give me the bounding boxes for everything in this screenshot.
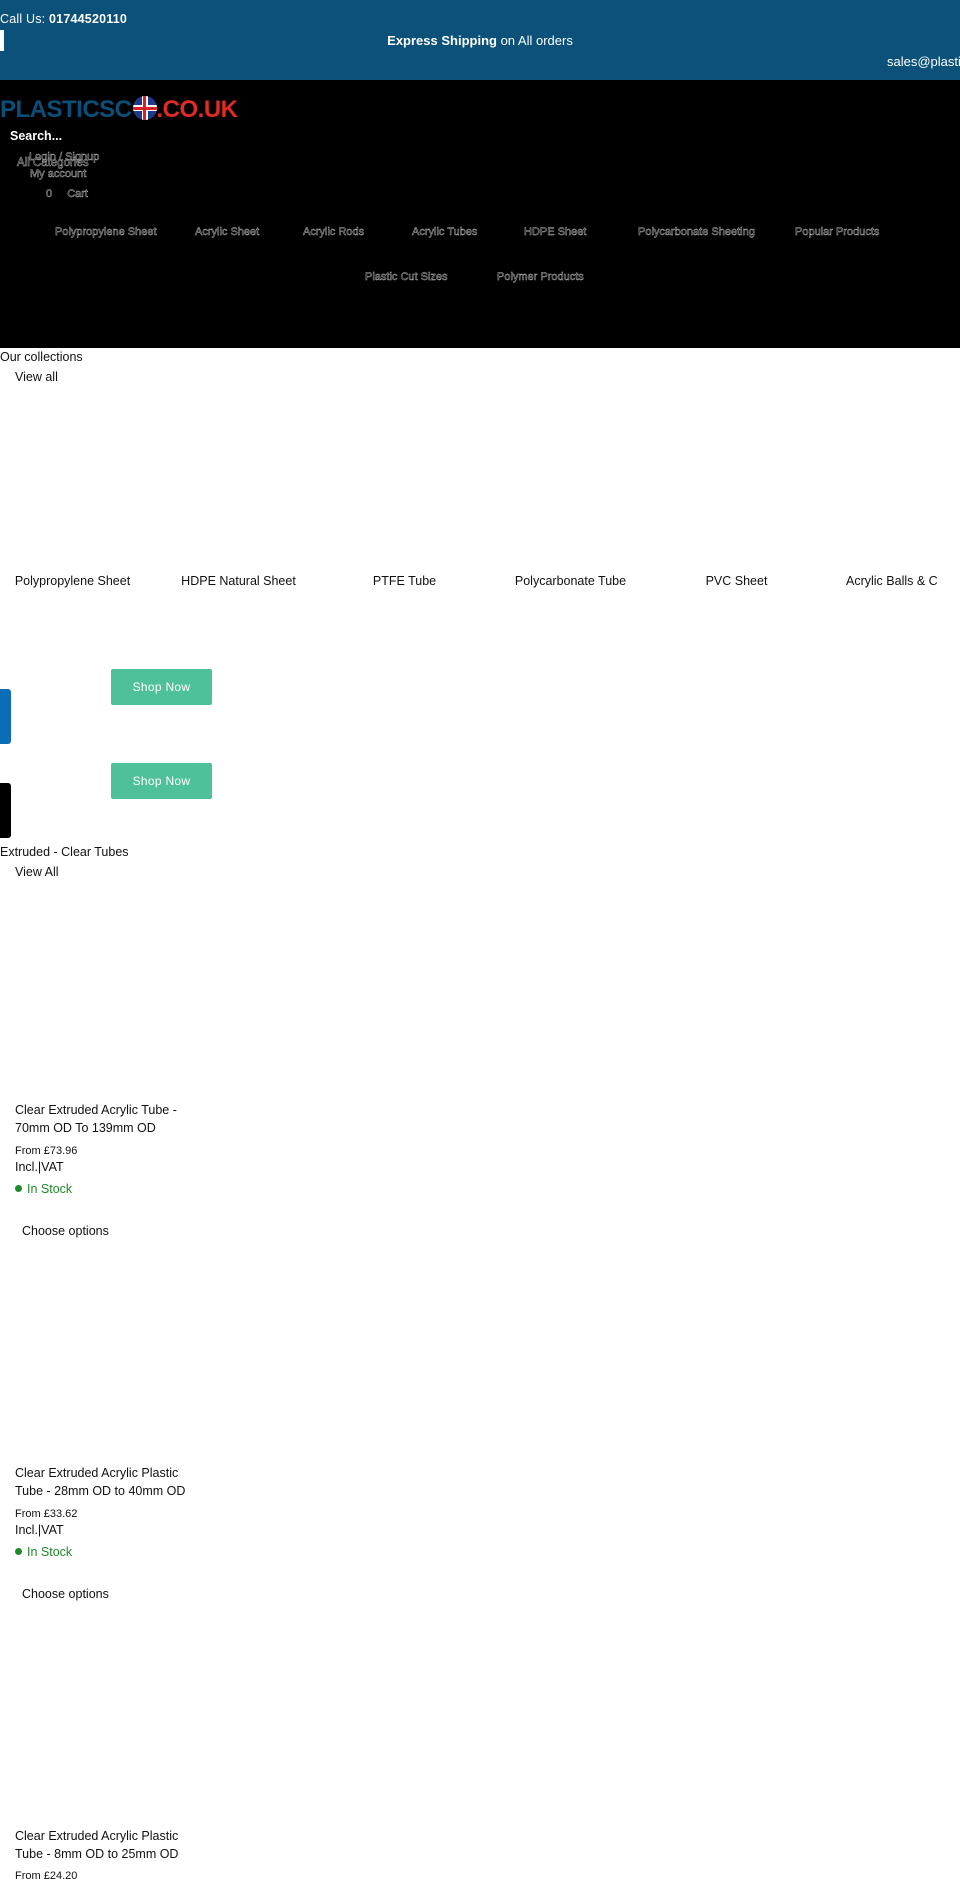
logo-text-plastic: PLASTICSC	[0, 96, 132, 123]
shipping-bold: Express Shipping	[387, 33, 497, 48]
shop-now-button[interactable]: Shop Now	[111, 669, 212, 705]
nav-item-acrylic-rods[interactable]: Acrylic Rods	[303, 226, 365, 238]
nav-item-polycarbonate-sheeting[interactable]: Polycarbonate Sheeting	[638, 226, 755, 238]
collection-item[interactable]: HDPE Natural Sheet	[166, 574, 311, 588]
collection-item[interactable]: Polycarbonate Tube	[498, 574, 643, 588]
shipping-rest: on All orders	[496, 33, 573, 48]
product-title[interactable]: Clear Extruded Acrylic Plastic Tube - 8m…	[15, 1827, 195, 1863]
nav-item-hdpe-sheet[interactable]: HDPE Sheet	[524, 226, 587, 238]
nav-item-polypropylene-sheet[interactable]: Polypropylene Sheet	[55, 226, 157, 238]
product-price: From £24.20	[15, 1870, 78, 1882]
shop-now-button[interactable]: Shop Now	[111, 763, 212, 799]
product-vat-note: Incl.|VAT	[15, 1523, 64, 1537]
announcement-bar: Call Us: 01744520110 Express Shipping on…	[0, 0, 960, 80]
nav-item-polymer-products[interactable]: Polymer Products	[497, 271, 584, 283]
call-us-text: Call Us: 01744520110	[0, 12, 127, 26]
stock-label: In Stock	[27, 1545, 73, 1559]
site-logo[interactable]: PLASTICSC .CO.UK	[0, 96, 238, 124]
nav-item-plastic-cut-sizes[interactable]: Plastic Cut Sizes	[365, 271, 448, 283]
collections-title: Our collections	[0, 350, 83, 364]
cart-link[interactable]: 0 Cart	[46, 188, 88, 200]
products-view-all-link[interactable]: View All	[15, 865, 59, 879]
product-stock-status: In Stock	[15, 1545, 72, 1559]
my-account-link[interactable]: My account	[30, 168, 87, 180]
uk-flag-icon	[132, 96, 157, 120]
choose-options-button[interactable]: Choose options	[14, 1216, 117, 1246]
product-title[interactable]: Clear Extruded Acrylic Tube - 70mm OD To…	[15, 1101, 195, 1137]
product-price: From £33.62	[15, 1508, 78, 1520]
product-title[interactable]: Clear Extruded Acrylic Plastic Tube - 28…	[15, 1464, 195, 1500]
nav-item-popular-products[interactable]: Popular Products	[795, 226, 880, 238]
call-us-label: Call Us:	[0, 12, 50, 26]
product-price: From £73.96	[15, 1145, 78, 1157]
products-section-title: Extruded - Clear Tubes	[0, 845, 129, 859]
collection-item[interactable]: Polypropylene Sheet	[0, 574, 145, 588]
search-input[interactable]	[10, 126, 210, 146]
cart-label: Cart	[67, 188, 88, 200]
banner-side-tab-black[interactable]	[0, 783, 11, 838]
banner-side-tab-blue[interactable]	[0, 689, 11, 744]
collection-item[interactable]: PVC Sheet	[664, 574, 809, 588]
stock-label: In Stock	[27, 1182, 73, 1196]
nav-item-acrylic-sheet[interactable]: Acrylic Sheet	[195, 226, 260, 238]
product-vat-note: Incl.|VAT	[15, 1160, 64, 1174]
product-stock-status: In Stock	[15, 1182, 72, 1196]
cart-count-badge: 0	[46, 188, 53, 200]
phone-number[interactable]: 01744520110	[49, 12, 127, 26]
choose-options-button[interactable]: Choose options	[14, 1579, 117, 1609]
collection-item[interactable]: PTFE Tube	[332, 574, 477, 588]
in-stock-dot-icon	[15, 1548, 22, 1555]
email-link[interactable]: sales@plastic	[887, 54, 960, 69]
shipping-message: Express Shipping on All orders	[0, 33, 960, 48]
collection-item[interactable]: Acrylic Balls & C	[846, 574, 960, 588]
logo-text-couk: .CO.UK	[156, 96, 239, 123]
in-stock-dot-icon	[15, 1185, 22, 1192]
collections-view-all-link[interactable]: View all	[15, 370, 58, 384]
nav-item-acrylic-tubes[interactable]: Acrylic Tubes	[412, 226, 478, 238]
